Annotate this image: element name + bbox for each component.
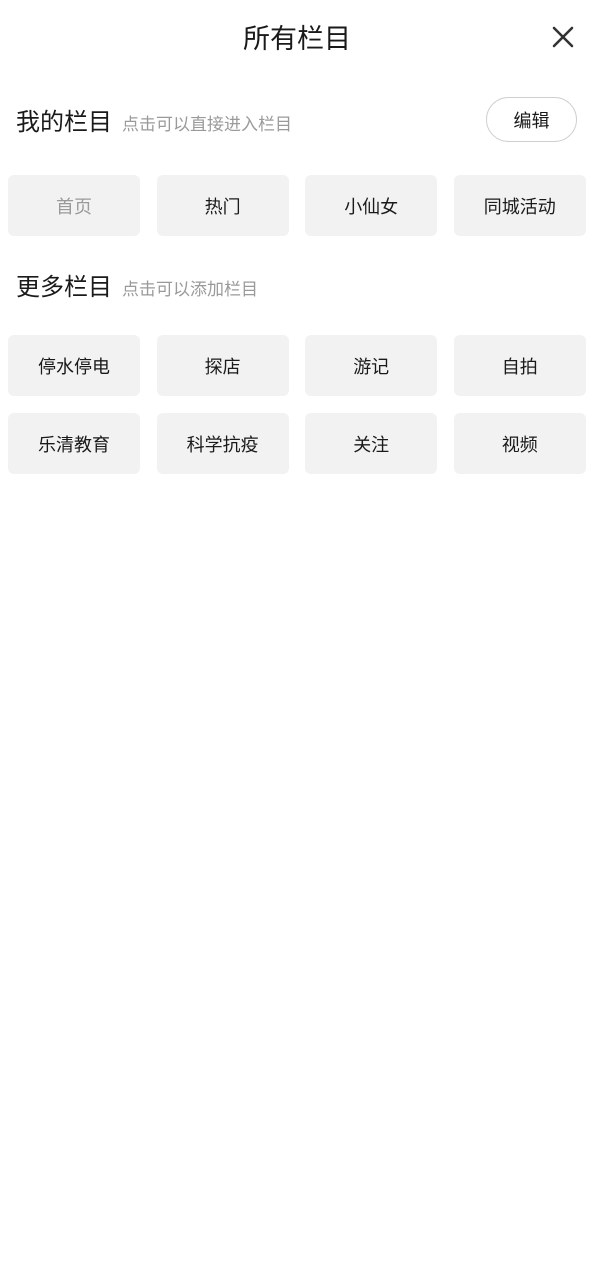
channel-manager-page: 所有栏目 我的栏目 点击可以直接进入栏目 编辑 首页 热门 小仙女 同城活动 更…	[0, 0, 594, 1280]
edit-button[interactable]: 编辑	[486, 97, 577, 142]
close-button[interactable]	[546, 20, 580, 54]
my-channels-grid: 首页 热门 小仙女 同城活动	[8, 175, 586, 236]
page-title: 所有栏目	[243, 24, 351, 55]
more-channel-item[interactable]: 乐清教育	[8, 413, 140, 474]
my-channels-header: 我的栏目 点击可以直接进入栏目	[16, 102, 292, 142]
more-channel-item[interactable]: 探店	[156, 335, 289, 396]
my-channels-title: 我的栏目	[16, 108, 112, 136]
my-channel-item[interactable]: 热门	[156, 175, 289, 236]
my-channels-hint: 点击可以直接进入栏目	[122, 115, 292, 135]
more-channels-grid: 停水停电 探店 游记 自拍 乐清教育 科学抗疫 关注 视频	[8, 335, 586, 474]
more-channel-item[interactable]: 停水停电	[8, 335, 140, 396]
more-channel-item[interactable]: 自拍	[453, 335, 586, 396]
my-channel-item[interactable]: 同城活动	[453, 175, 586, 236]
more-channels-header: 更多栏目 点击可以添加栏目	[16, 267, 258, 307]
more-channel-item[interactable]: 关注	[305, 413, 438, 474]
close-icon	[552, 26, 574, 48]
header: 所有栏目	[0, 0, 594, 80]
my-channel-item[interactable]: 首页	[8, 175, 140, 236]
my-channel-item[interactable]: 小仙女	[305, 175, 438, 236]
more-channel-item[interactable]: 科学抗疫	[156, 413, 289, 474]
more-channel-item[interactable]: 视频	[453, 413, 586, 474]
more-channels-title: 更多栏目	[16, 273, 112, 301]
more-channels-hint: 点击可以添加栏目	[122, 280, 258, 300]
more-channel-item[interactable]: 游记	[305, 335, 438, 396]
